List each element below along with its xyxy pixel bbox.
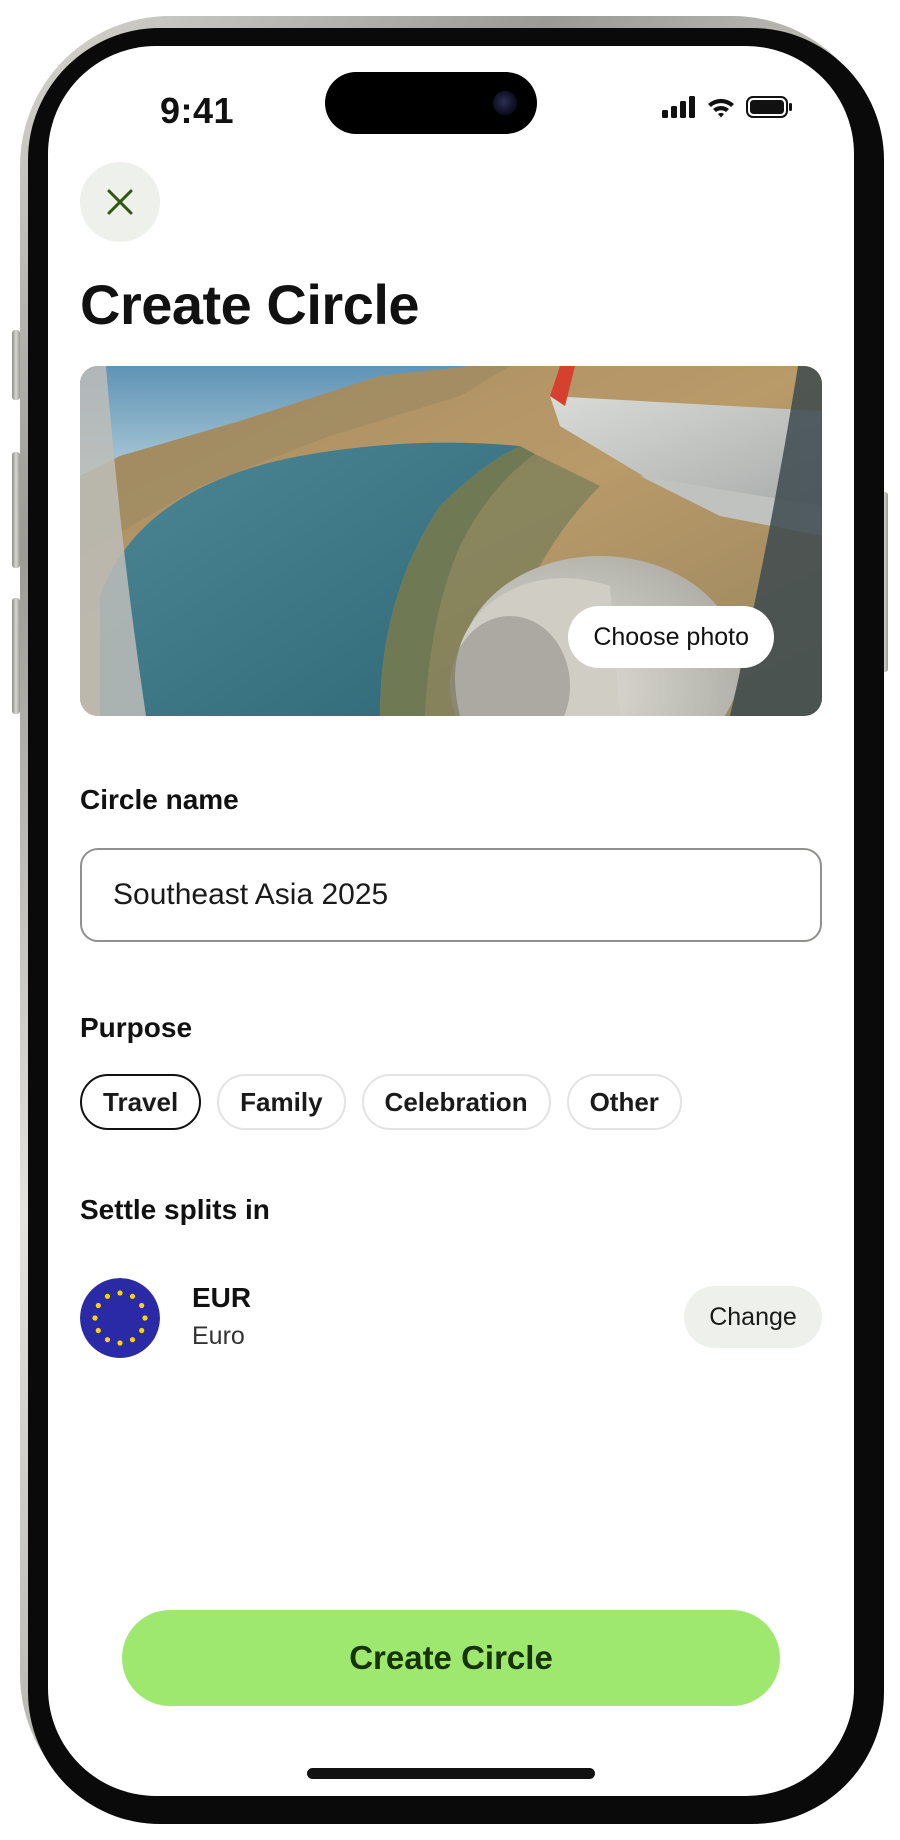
currency-code: EUR	[192, 1282, 252, 1313]
purpose-chip-travel[interactable]: Travel	[80, 1074, 202, 1130]
status-time: 9:41	[160, 90, 235, 131]
front-camera	[493, 91, 517, 115]
page-title: Create Circle	[80, 273, 420, 336]
action-button	[12, 330, 20, 400]
create-circle-button[interactable]: Create Circle	[122, 1610, 780, 1706]
purpose-label: Purpose	[80, 1012, 193, 1043]
purpose-chip-other[interactable]: Other	[566, 1074, 682, 1130]
dynamic-island	[325, 72, 537, 134]
volume-down-button	[12, 598, 20, 714]
circle-name-label: Circle name	[80, 784, 239, 815]
signal-icon	[662, 96, 695, 118]
volume-up-button	[12, 452, 20, 568]
battery-icon	[746, 96, 792, 118]
choose-photo-button[interactable]: Choose photo	[568, 606, 774, 668]
settle-splits-label: Settle splits in	[80, 1194, 270, 1225]
close-icon	[107, 189, 133, 215]
home-indicator[interactable]	[307, 1768, 595, 1779]
close-button[interactable]	[80, 162, 160, 242]
circle-name-input[interactable]	[80, 848, 822, 942]
change-currency-button[interactable]: Change	[684, 1286, 822, 1348]
status-icons	[662, 96, 792, 118]
purpose-chip-family[interactable]: Family	[217, 1074, 346, 1130]
currency-name: Euro	[192, 1322, 245, 1350]
wifi-icon	[708, 98, 734, 118]
purpose-chips: Travel Family Celebration Other	[80, 1074, 682, 1130]
eu-flag-icon	[80, 1278, 160, 1358]
screen: 9:41 Create Circle Choose photo Circle n…	[48, 46, 854, 1796]
cover-photo[interactable]: Choose photo	[80, 366, 822, 716]
purpose-chip-celebration[interactable]: Celebration	[361, 1074, 551, 1130]
currency-row: EUR Euro Change	[80, 1276, 822, 1360]
